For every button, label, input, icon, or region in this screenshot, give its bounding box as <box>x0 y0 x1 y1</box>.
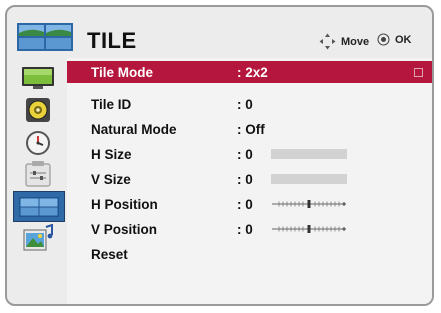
menu-row-v-size[interactable]: V Size : 0 <box>67 168 432 190</box>
sidebar-item-picture[interactable] <box>13 63 63 92</box>
h-size-level-bar[interactable] <box>271 149 347 159</box>
row-value: : Off <box>237 121 265 137</box>
category-sidebar <box>10 61 66 304</box>
ok-label: OK <box>395 33 412 46</box>
row-label: V Position <box>91 221 158 237</box>
h-position-scale[interactable] <box>271 200 347 208</box>
option-icon <box>25 160 51 186</box>
row-value: : 0 <box>237 96 253 112</box>
row-label: Tile ID <box>91 96 132 112</box>
row-value: : 0 <box>237 146 253 162</box>
picture-icon <box>22 66 54 89</box>
menu-row-tile-mode[interactable]: Tile Mode : 2x2 <box>67 61 432 83</box>
move-arrows-icon <box>319 33 336 50</box>
row-label: H Position <box>91 196 158 212</box>
menu-row-h-size[interactable]: H Size : 0 <box>67 143 432 165</box>
selection-marker <box>414 68 423 77</box>
row-label: Tile Mode <box>91 64 154 80</box>
row-value: : 2x2 <box>237 64 268 80</box>
ok-button-icon <box>377 33 390 46</box>
sidebar-item-media[interactable] <box>13 223 63 252</box>
move-hint: Move <box>319 33 369 50</box>
menu-row-tile-id[interactable]: Tile ID : 0 <box>67 93 432 115</box>
menu-row-reset[interactable]: Reset <box>67 243 432 265</box>
tile-icon <box>19 196 59 217</box>
sidebar-item-audio[interactable] <box>13 95 63 124</box>
row-label: Reset <box>91 246 128 262</box>
audio-icon <box>26 97 50 122</box>
ok-hint: OK <box>377 33 412 46</box>
osd-header: TILE Move OK <box>7 7 432 59</box>
menu-row-v-position[interactable]: V Position : 0 <box>67 218 432 240</box>
v-position-scale[interactable] <box>271 225 347 233</box>
tile-icon <box>17 23 73 51</box>
time-icon <box>26 130 50 155</box>
row-value: : 0 <box>237 221 253 237</box>
menu-row-h-position[interactable]: H Position : 0 <box>67 193 432 215</box>
menu-row-natural-mode[interactable]: Natural Mode : Off <box>67 118 432 140</box>
row-value: : 0 <box>237 171 253 187</box>
sidebar-item-time[interactable] <box>13 127 63 156</box>
move-label: Move <box>341 35 370 48</box>
tile-settings-panel: Tile Mode : 2x2 Tile ID : 0 Natural Mode… <box>67 58 432 304</box>
row-value: : 0 <box>237 196 253 212</box>
row-label: Natural Mode <box>91 121 177 137</box>
row-label: H Size <box>91 146 132 162</box>
sidebar-item-tile[interactable] <box>13 191 65 222</box>
sidebar-item-option[interactable] <box>13 159 63 188</box>
page-title: TILE <box>87 28 137 53</box>
tile-osd-window: TILE Move OK Tile Mode: 2x2 Tile ID: 0… <box>5 5 434 306</box>
row-label: V Size <box>91 171 131 187</box>
media-icon <box>23 223 53 250</box>
v-size-level-bar[interactable] <box>271 174 347 184</box>
